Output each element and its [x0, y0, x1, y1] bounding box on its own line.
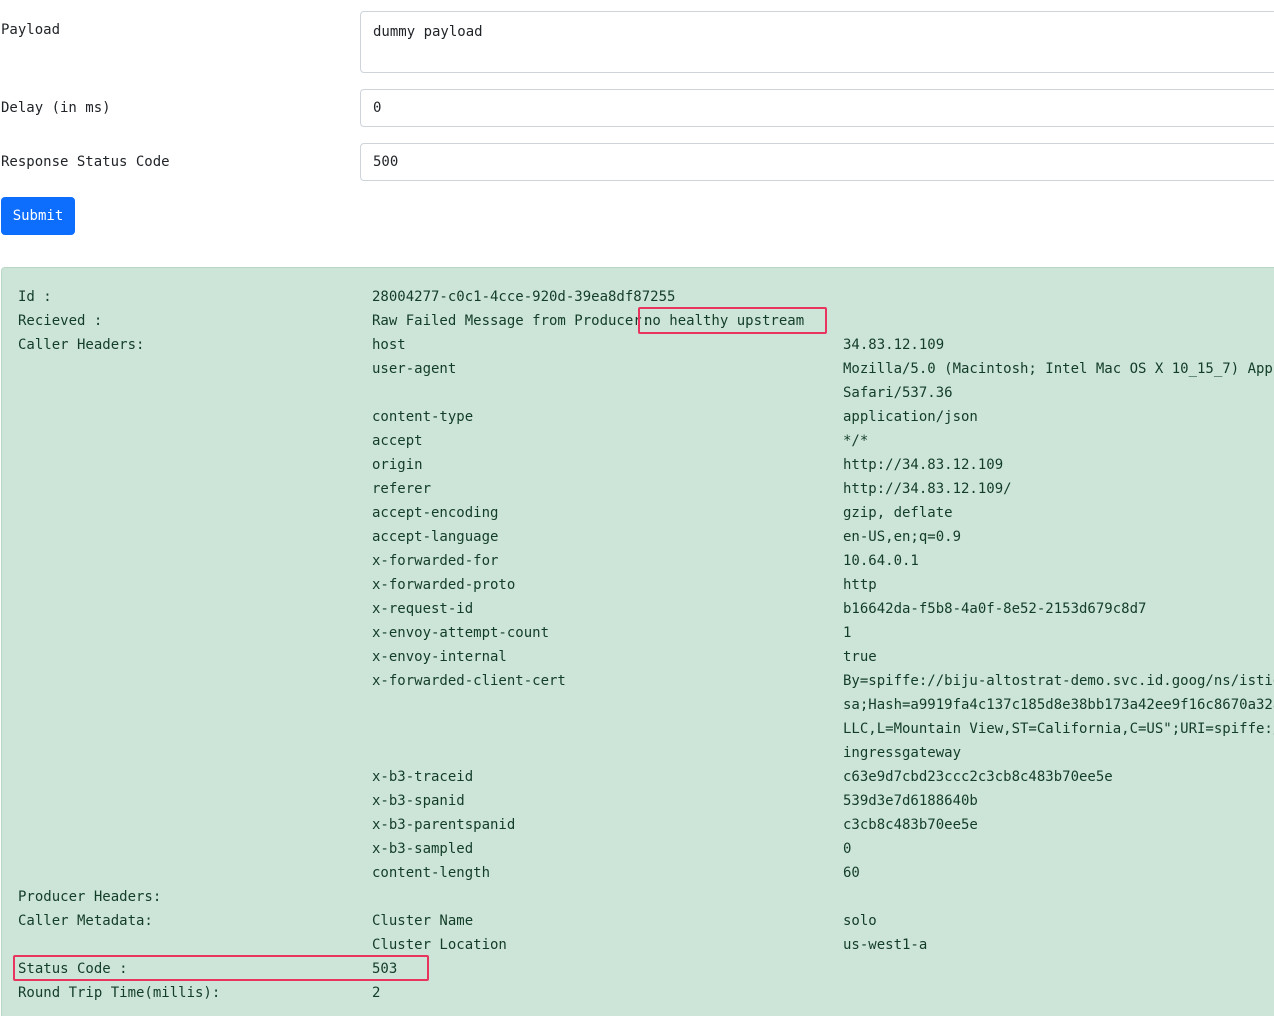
metadata-key: Cluster Name — [372, 913, 474, 929]
producer-headers-label: Producer Headers: — [18, 889, 162, 905]
header-row: referer http://34.83.12.109/ — [2, 477, 1274, 501]
result-row-caller-metadata: Caller Metadata: Cluster Name solo — [2, 909, 1274, 933]
header-key: accept — [372, 433, 423, 449]
header-value: 1 — [843, 625, 852, 641]
header-row-continuation: Safari/537.36 — [2, 381, 1274, 405]
header-value-continuation: ingressgateway — [843, 745, 962, 761]
header-value: http://34.83.12.109 — [843, 457, 1004, 473]
header-row: x-b3-sampled 0 — [2, 837, 1274, 861]
header-value-continuation: LLC,L=Mountain View,ST=California,C=US";… — [843, 721, 1274, 737]
header-key: origin — [372, 457, 423, 473]
header-value: http — [843, 577, 877, 593]
header-value: */* — [843, 433, 869, 449]
status-code-input[interactable] — [360, 143, 1274, 181]
header-value: 539d3e7d6188640b — [843, 793, 978, 809]
header-value: c3cb8c483b70ee5e — [843, 817, 978, 833]
result-row-received: Recieved : Raw Failed Message from Produ… — [2, 309, 1274, 333]
header-value: en-US,en;q=0.9 — [843, 529, 962, 545]
header-key: x-forwarded-proto — [372, 577, 516, 593]
header-row: accept-encoding gzip, deflate — [2, 501, 1274, 525]
round-trip-value: 2 — [372, 985, 381, 1001]
header-value: http://34.83.12.109/ — [843, 481, 1012, 497]
status-code-result-value: 503 — [372, 961, 398, 977]
header-key: x-forwarded-for — [372, 553, 499, 569]
header-key: x-forwarded-client-cert — [372, 673, 566, 689]
header-row: x-b3-traceid c63e9d7cbd23ccc2c3cb8c483b7… — [2, 765, 1274, 789]
received-prefix: Raw Failed Message from Producer: — [372, 313, 651, 329]
header-value: gzip, deflate — [843, 505, 953, 521]
header-row: x-forwarded-proto http — [2, 573, 1274, 597]
header-key: x-b3-spanid — [372, 793, 465, 809]
header-value: By=spiffe://biju-altostrat-demo.svc.id.g… — [843, 673, 1274, 689]
header-row: x-forwarded-client-cert By=spiffe://biju… — [2, 669, 1274, 693]
header-row: x-envoy-internal true — [2, 645, 1274, 669]
header-value: 10.64.0.1 — [843, 553, 919, 569]
id-label: Id : — [18, 289, 52, 305]
header-key: x-b3-sampled — [372, 841, 474, 857]
submit-button[interactable]: Submit — [1, 197, 75, 235]
header-row: x-b3-spanid 539d3e7d6188640b — [2, 789, 1274, 813]
result-row-id: Id : 28004277-c0c1-4cce-920d-39ea8df8725… — [2, 285, 1274, 309]
header-key: content-type — [372, 409, 474, 425]
header-value: 0 — [843, 841, 852, 857]
header-key: accept-language — [372, 529, 499, 545]
header-key: x-envoy-attempt-count — [372, 625, 550, 641]
result-row-caller-headers: Caller Headers: host 34.83.12.109 — [2, 333, 1274, 357]
header-row-continuation: LLC,L=Mountain View,ST=California,C=US";… — [2, 717, 1274, 741]
header-row: accept */* — [2, 429, 1274, 453]
result-row-round-trip: Round Trip Time(millis): 2 — [2, 981, 1274, 1005]
header-row-continuation: sa;Hash=a9919fa4c137c185d8e38bb173a42ee9… — [2, 693, 1274, 717]
header-value: true — [843, 649, 877, 665]
id-value: 28004277-c0c1-4cce-920d-39ea8df87255 — [372, 289, 676, 305]
received-message: no healthy upstream — [644, 313, 805, 329]
result-panel: Id : 28004277-c0c1-4cce-920d-39ea8df8725… — [1, 267, 1274, 1016]
header-key: x-b3-parentspanid — [372, 817, 516, 833]
header-row: accept-language en-US,en;q=0.9 — [2, 525, 1274, 549]
metadata-key: Cluster Location — [372, 937, 507, 953]
header-row: x-b3-parentspanid c3cb8c483b70ee5e — [2, 813, 1274, 837]
header-key: x-b3-traceid — [372, 769, 474, 785]
payload-label: Payload — [1, 22, 61, 38]
status-code-result-label: Status Code : — [18, 961, 128, 977]
header-row-continuation: ingressgateway — [2, 741, 1274, 765]
metadata-value: solo — [843, 913, 877, 929]
header-value: application/json — [843, 409, 978, 425]
caller-metadata-label: Caller Metadata: — [18, 913, 153, 929]
header-row: user-agent Mozilla/5.0 (Macintosh; Intel… — [2, 357, 1274, 381]
header-value-continuation: sa;Hash=a9919fa4c137c185d8e38bb173a42ee9… — [843, 697, 1274, 713]
header-row: x-envoy-attempt-count 1 — [2, 621, 1274, 645]
header-value-continuation: Safari/537.36 — [843, 385, 953, 401]
metadata-value: us-west1-a — [843, 937, 928, 953]
delay-label: Delay (in ms) — [1, 100, 111, 116]
header-value: Mozilla/5.0 (Macintosh; Intel Mac OS X 1… — [843, 361, 1274, 377]
received-label: Recieved : — [18, 313, 103, 329]
round-trip-label: Round Trip Time(millis): — [18, 985, 221, 1001]
header-row: x-request-id b16642da-f5b8-4a0f-8e52-215… — [2, 597, 1274, 621]
header-key: content-length — [372, 865, 491, 881]
header-value: 34.83.12.109 — [843, 337, 945, 353]
delay-input[interactable] — [360, 89, 1274, 127]
header-value: c63e9d7cbd23ccc2c3cb8c483b70ee5e — [843, 769, 1113, 785]
page: Payload dummy payload Delay (in ms) Resp… — [0, 0, 1274, 1016]
metadata-row: Cluster Location us-west1-a — [2, 933, 1274, 957]
result-row-producer-headers: Producer Headers: — [2, 885, 1274, 909]
payload-input[interactable]: dummy payload — [360, 11, 1274, 73]
header-key: accept-encoding — [372, 505, 499, 521]
caller-headers-label: Caller Headers: — [18, 337, 145, 353]
header-key: x-envoy-internal — [372, 649, 507, 665]
header-row: content-length 60 — [2, 861, 1274, 885]
header-key: x-request-id — [372, 601, 474, 617]
header-key: user-agent — [372, 361, 457, 377]
header-row: content-type application/json — [2, 405, 1274, 429]
status-code-label: Response Status Code — [1, 154, 170, 170]
header-row: origin http://34.83.12.109 — [2, 453, 1274, 477]
header-key: host — [372, 337, 406, 353]
result-row-status-code: Status Code : 503 — [2, 957, 1274, 981]
header-value: b16642da-f5b8-4a0f-8e52-2153d679c8d7 — [843, 601, 1147, 617]
header-value: 60 — [843, 865, 860, 881]
header-row: x-forwarded-for 10.64.0.1 — [2, 549, 1274, 573]
header-key: referer — [372, 481, 432, 497]
